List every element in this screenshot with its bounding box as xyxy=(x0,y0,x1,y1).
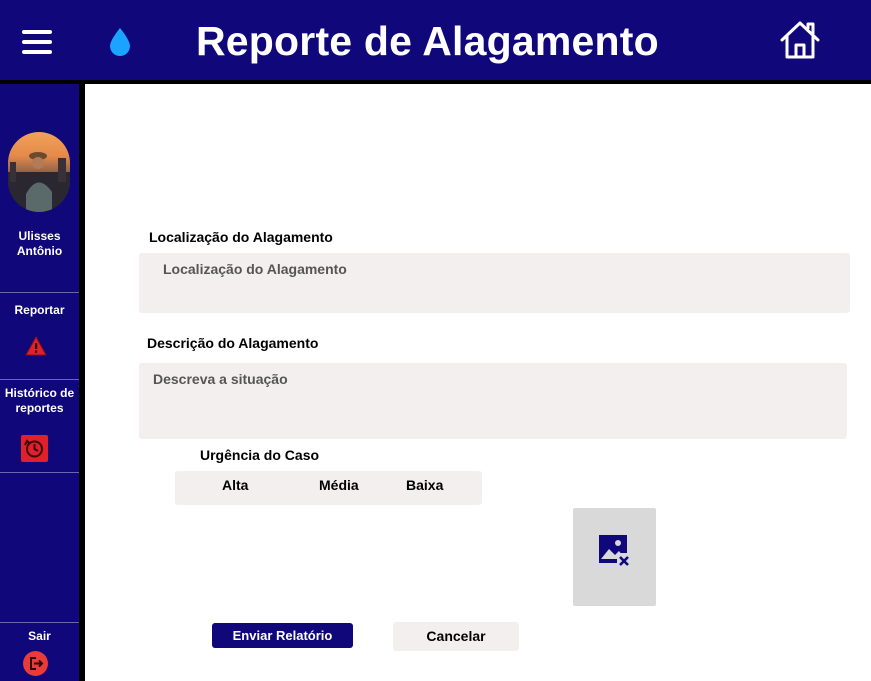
report-form: Localização do Alagamento Localização do… xyxy=(85,84,871,681)
sidebar-divider xyxy=(0,292,79,293)
urgency-label: Urgência do Caso xyxy=(200,447,320,463)
avatar xyxy=(8,132,70,212)
urgency-selector: Alta Média Baixa xyxy=(175,471,482,505)
app-window: Reporte de Alagamento Ulisses Antônio Re… xyxy=(0,0,871,681)
sidebar-item-label: Reportar xyxy=(14,303,65,317)
hamburger-menu-icon[interactable] xyxy=(22,30,52,56)
description-textarea[interactable]: Descreva a situação xyxy=(139,363,847,439)
warning-icon xyxy=(25,336,47,356)
home-icon[interactable] xyxy=(778,18,822,62)
urgency-option-media[interactable]: Média xyxy=(319,477,359,493)
submit-button[interactable]: Enviar Relatório xyxy=(212,623,353,648)
sidebar-item-historico[interactable]: Histórico de reportes xyxy=(0,384,79,469)
sidebar-item-sair[interactable]: Sair xyxy=(0,628,79,681)
sidebar: Ulisses Antônio Reportar Histórico de re… xyxy=(0,84,79,681)
description-label: Descrição do Alagamento xyxy=(147,335,319,351)
sidebar-divider xyxy=(0,379,79,380)
cancel-button[interactable]: Cancelar xyxy=(393,622,519,651)
logout-icon xyxy=(23,651,48,676)
broken-image-icon xyxy=(599,535,632,568)
sidebar-item-reportar[interactable]: Reportar xyxy=(0,300,79,370)
image-upload[interactable] xyxy=(573,508,656,606)
page-title: Reporte de Alagamento xyxy=(196,18,659,64)
user-name: Ulisses Antônio xyxy=(16,229,63,258)
water-drop-icon xyxy=(110,28,130,56)
history-icon xyxy=(21,435,48,462)
location-label: Localização do Alagamento xyxy=(149,229,333,245)
sidebar-item-label: Sair xyxy=(28,629,51,643)
sidebar-item-label: Histórico de reportes xyxy=(4,386,75,415)
urgency-option-alta[interactable]: Alta xyxy=(222,477,248,493)
location-input[interactable]: Localização do Alagamento xyxy=(139,253,850,313)
sidebar-divider xyxy=(0,472,79,473)
header-bar: Reporte de Alagamento xyxy=(0,0,871,80)
urgency-option-baixa[interactable]: Baixa xyxy=(406,477,443,493)
sidebar-divider xyxy=(0,622,79,623)
